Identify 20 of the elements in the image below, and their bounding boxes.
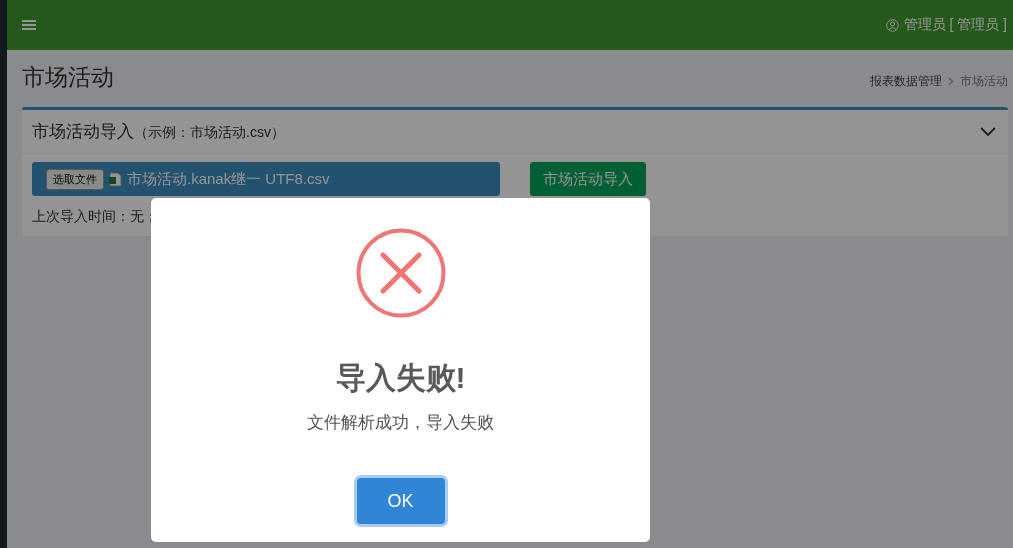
panel-hint: （示例：市场活动.csv） (134, 124, 285, 140)
page-title: 市场活动 (22, 63, 114, 92)
breadcrumb-link[interactable]: 报表数据管理 (870, 73, 942, 90)
import-button[interactable]: 市场活动导入 (530, 162, 646, 196)
dialog-title: 导入失败! (335, 360, 466, 396)
file-picker[interactable]: 选取文件 市场活动.kanak继一 UTF8.csv (32, 162, 500, 196)
file-name: 市场活动.kanak继一 UTF8.csv (127, 169, 330, 189)
ok-button[interactable]: OK (356, 478, 445, 524)
breadcrumb-current: 市场活动 (960, 73, 1008, 90)
user-icon (885, 18, 899, 32)
user-menu[interactable]: 管理员 [ 管理员 ] (903, 16, 1007, 34)
menu-icon[interactable] (22, 19, 36, 31)
last-import-time: 上次导入时间：无； (31, 208, 159, 226)
spreadsheet-file-icon (109, 171, 122, 187)
chevron-right-icon (948, 77, 954, 86)
panel-title: 市场活动导入 (32, 122, 134, 141)
error-icon (355, 228, 446, 318)
chevron-down-icon[interactable] (980, 126, 996, 137)
dialog-message: 文件解析成功，导入失败 (307, 412, 494, 434)
choose-file-button[interactable]: 选取文件 (46, 168, 104, 190)
